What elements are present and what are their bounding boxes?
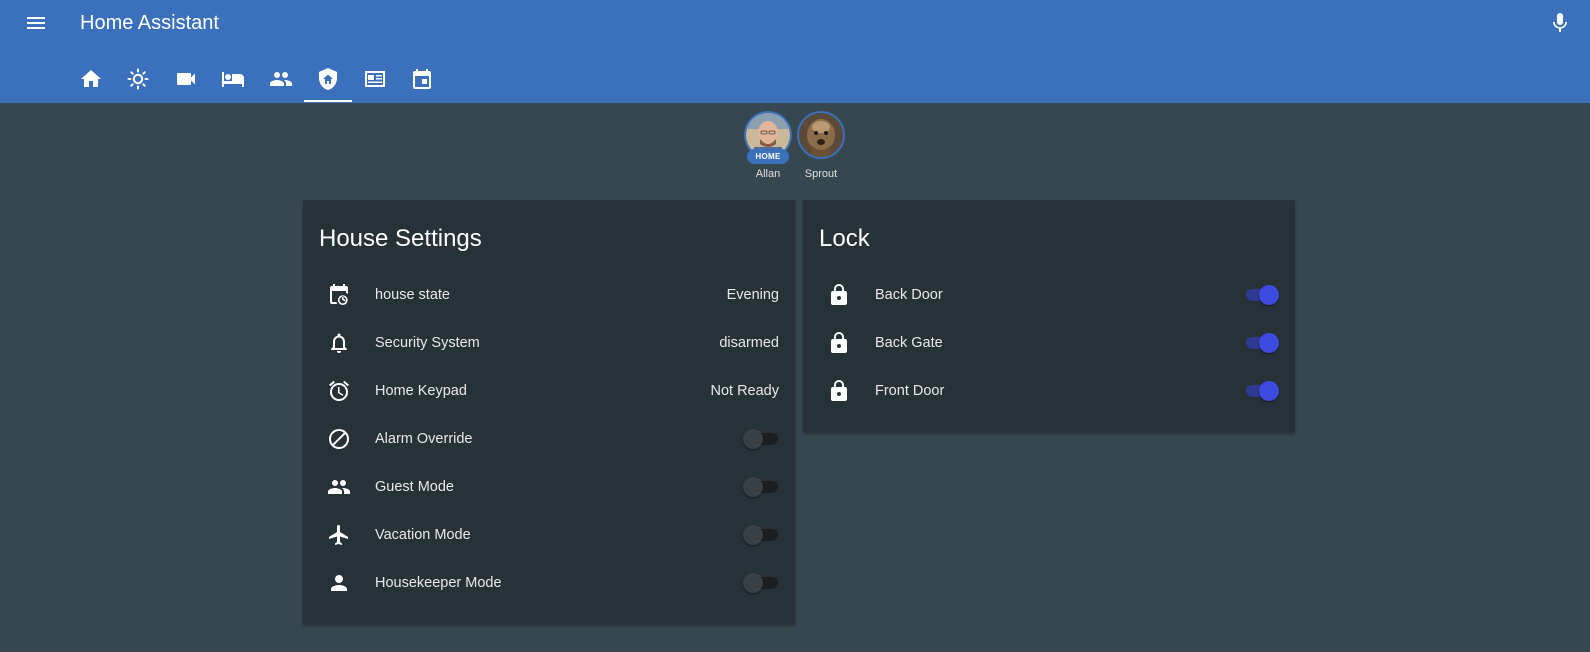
lock-icon bbox=[831, 380, 847, 401]
entity-label: Vacation Mode bbox=[375, 527, 471, 543]
calendar-clock-icon bbox=[330, 284, 348, 305]
tab-calendar[interactable] bbox=[398, 56, 446, 102]
tab-news[interactable] bbox=[351, 56, 399, 102]
entity-row-security-system[interactable]: Security System disarmed bbox=[319, 323, 779, 363]
badge-name: Allan bbox=[755, 168, 781, 180]
entity-label: Back Gate bbox=[875, 335, 943, 351]
home-icon bbox=[81, 70, 101, 87]
entity-label: Alarm Override bbox=[375, 431, 473, 447]
tab-bedroom[interactable] bbox=[209, 56, 257, 102]
entity-row-vacation-mode: Vacation Mode bbox=[319, 515, 779, 555]
brightness-icon bbox=[127, 68, 149, 90]
lock-icon bbox=[831, 332, 847, 353]
entity-label: Guest Mode bbox=[375, 479, 454, 495]
shield-home-icon bbox=[319, 68, 337, 90]
app-toolbar: Home Assistant bbox=[0, 0, 1590, 103]
entity-row-front-door: Front Door bbox=[819, 371, 1279, 411]
entity-row-home-keypad[interactable]: Home Keypad Not Ready bbox=[319, 371, 779, 411]
entity-label: Housekeeper Mode bbox=[375, 575, 502, 591]
people-icon bbox=[328, 480, 350, 494]
house-settings-card: House Settings house state Evening Secur… bbox=[303, 200, 795, 624]
back-door-lock-toggle[interactable] bbox=[1243, 285, 1279, 305]
tab-security[interactable] bbox=[304, 56, 352, 102]
alarm-override-toggle[interactable] bbox=[743, 429, 779, 449]
alarm-clock-icon bbox=[329, 380, 349, 401]
tab-home[interactable] bbox=[67, 56, 115, 102]
airplane-icon bbox=[329, 525, 348, 545]
lock-card: Lock Back Door Back Gate Front Door bbox=[803, 200, 1295, 432]
lock-icon bbox=[831, 284, 847, 305]
newspaper-icon bbox=[365, 71, 385, 87]
menu-icon[interactable] bbox=[24, 11, 48, 35]
entity-label: Security System bbox=[375, 335, 480, 351]
people-icon bbox=[270, 72, 292, 86]
entity-row-guest-mode: Guest Mode bbox=[319, 467, 779, 507]
cancel-icon bbox=[329, 429, 349, 449]
microphone-icon[interactable] bbox=[1548, 11, 1572, 35]
person-badge-sprout[interactable]: Sprout bbox=[797, 111, 845, 180]
entity-value: Evening bbox=[726, 287, 779, 303]
entity-value: Not Ready bbox=[710, 383, 779, 399]
tab-lights[interactable] bbox=[114, 56, 162, 102]
entity-value: disarmed bbox=[719, 335, 779, 351]
entity-row-back-gate: Back Gate bbox=[819, 323, 1279, 363]
guest-mode-toggle[interactable] bbox=[743, 477, 779, 497]
person-badge-allan[interactable]: HOME Allan bbox=[744, 111, 792, 180]
entity-row-alarm-override: Alarm Override bbox=[319, 419, 779, 459]
entity-row-housekeeper-mode: Housekeeper Mode bbox=[319, 563, 779, 603]
entity-label: Front Door bbox=[875, 383, 945, 399]
card-title: House Settings bbox=[319, 225, 482, 252]
tab-cameras[interactable] bbox=[162, 56, 210, 102]
back-gate-lock-toggle[interactable] bbox=[1243, 333, 1279, 353]
entity-row-house-state[interactable]: house state Evening bbox=[319, 275, 779, 315]
person-icon bbox=[331, 575, 347, 591]
app-title: Home Assistant bbox=[80, 12, 219, 34]
housekeeper-mode-toggle[interactable] bbox=[743, 573, 779, 593]
badge-name: Sprout bbox=[804, 168, 838, 180]
avatar bbox=[797, 111, 845, 159]
entity-label: Back Door bbox=[875, 287, 943, 303]
bed-icon bbox=[222, 72, 244, 87]
entity-row-back-door: Back Door bbox=[819, 275, 1279, 315]
entity-label: Home Keypad bbox=[375, 383, 467, 399]
front-door-lock-toggle[interactable] bbox=[1243, 381, 1279, 401]
vacation-mode-toggle[interactable] bbox=[743, 525, 779, 545]
video-camera-icon bbox=[177, 73, 195, 85]
calendar-icon bbox=[413, 69, 431, 89]
bell-icon bbox=[331, 333, 347, 353]
entity-label: house state bbox=[375, 287, 450, 303]
card-title: Lock bbox=[819, 225, 870, 252]
tab-people[interactable] bbox=[257, 56, 305, 102]
status-badge: HOME bbox=[747, 149, 789, 164]
